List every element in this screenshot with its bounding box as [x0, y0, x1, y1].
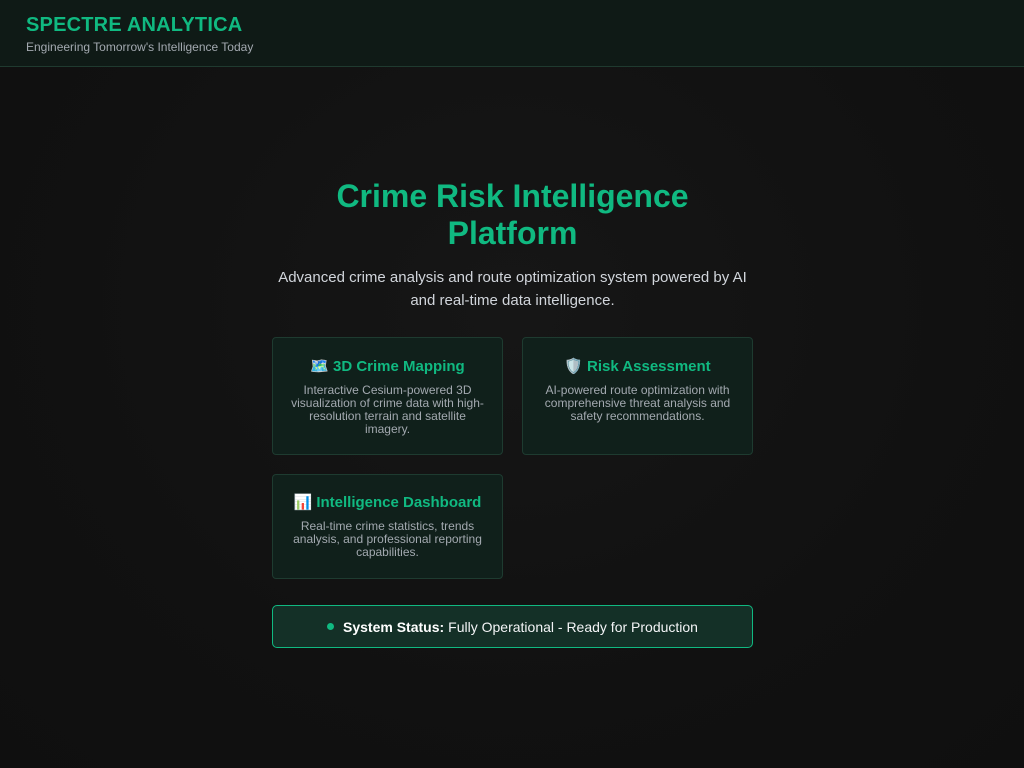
feature-card-risk-assessment[interactable]: 🛡️ Risk Assessment AI-powered route optim…	[522, 337, 753, 455]
feature-card-title-text: 3D Crime Mapping	[333, 358, 465, 375]
feature-card-title: 📊 Intelligence Dashboard	[291, 494, 484, 512]
bar-chart-icon: 📊	[293, 494, 313, 511]
app-header: SPECTRE ANALYTICA Engineering Tomorrow's…	[0, 0, 1024, 67]
brand-logo-text[interactable]: SPECTRE ANALYTICA	[26, 13, 998, 37]
feature-card-title: 🗺️ 3D Crime Mapping	[291, 358, 484, 376]
status-label: System Status:	[343, 618, 445, 635]
status-value: Fully Operational - Ready for Production	[448, 618, 698, 635]
status-indicator-icon	[327, 623, 335, 630]
system-status-banner: System Status: Fully Operational - Ready…	[272, 605, 753, 648]
feature-card-intelligence-dashboard[interactable]: 📊 Intelligence Dashboard Real-time crime …	[272, 474, 503, 579]
feature-card-description: Interactive Cesium-powered 3D visualizat…	[291, 383, 484, 436]
map-icon: 🗺️	[310, 358, 329, 375]
feature-card-title-text: Intelligence Dashboard	[316, 494, 482, 511]
main-content: Crime Risk Intelligence Platform Advance…	[272, 178, 753, 648]
feature-card-title: 🛡️ Risk Assessment	[541, 358, 734, 376]
feature-card-3d-crime-mapping[interactable]: 🗺️ 3D Crime Mapping Interactive Cesium-po…	[272, 337, 503, 455]
page-title: Crime Risk Intelligence Platform	[336, 178, 689, 251]
feature-card-description: Real-time crime statistics, trends analy…	[293, 519, 482, 559]
feature-cards: 🗺️ 3D Crime Mapping Interactive Cesium-po…	[272, 337, 753, 579]
brand-tagline: Engineering Tomorrow's Intelligence Toda…	[26, 40, 254, 54]
feature-card-title-text: Risk Assessment	[587, 358, 711, 375]
page-subtitle: Advanced crime analysis and route optimi…	[278, 269, 747, 309]
shield-icon: 🛡️	[564, 358, 583, 375]
feature-card-description: AI-powered route optimization with compr…	[544, 383, 731, 423]
